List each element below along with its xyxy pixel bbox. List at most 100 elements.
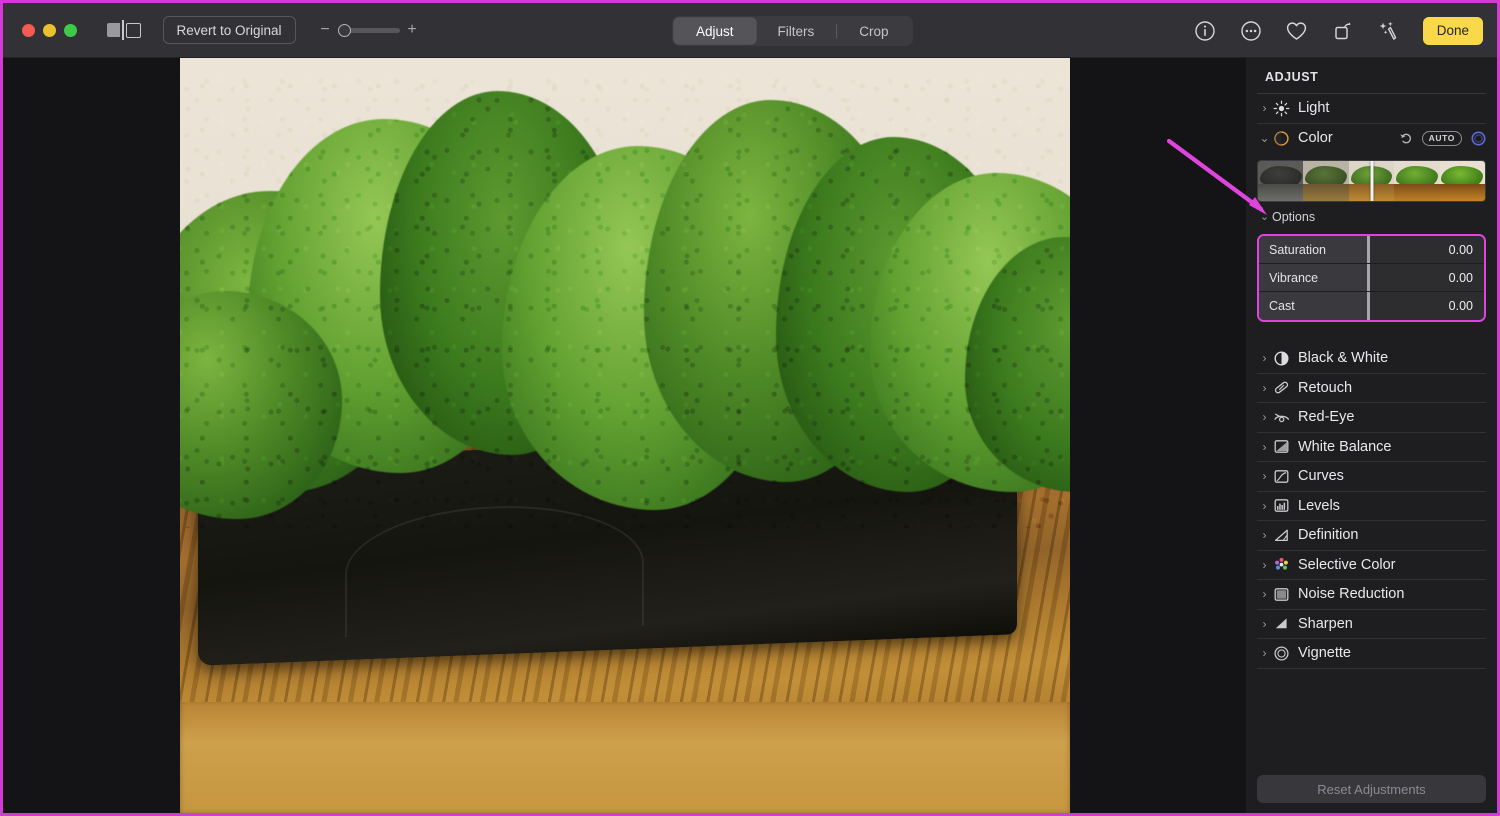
sun-icon xyxy=(1272,99,1291,118)
revert-to-original-button[interactable]: Revert to Original xyxy=(162,16,296,44)
chevron-right-icon: › xyxy=(1262,101,1267,116)
slider-value: 0.00 xyxy=(1448,270,1473,285)
chevron-down-icon: ⌄ xyxy=(1259,131,1270,146)
chevron-right-icon: › xyxy=(1262,351,1267,366)
variation-thumbnail[interactable] xyxy=(1394,161,1440,201)
zoom-slider-handle[interactable] xyxy=(337,23,351,37)
slider-handle[interactable] xyxy=(1367,236,1370,263)
page-title: ADJUST xyxy=(1257,58,1486,94)
color-section-controls: AUTO xyxy=(1399,131,1486,146)
sidebar-outline-pane-icon xyxy=(125,22,141,38)
close-window-button[interactable] xyxy=(22,23,35,37)
reset-adjustments-label: Reset Adjustments xyxy=(1317,781,1426,797)
tab-adjust[interactable]: Adjust xyxy=(674,18,756,44)
maximize-window-button[interactable] xyxy=(64,23,77,37)
sidebar-toggle-button[interactable] xyxy=(107,20,141,40)
levels-icon xyxy=(1272,496,1291,515)
zoom-in-button[interactable]: + xyxy=(407,21,418,39)
sidebar-item-levels[interactable]: › Levels xyxy=(1257,492,1486,521)
adjust-sidebar-panel: ADJUST › Light ⌄ Color AUTO ⌄ Options Sa… xyxy=(1245,58,1497,813)
variation-thumbnail[interactable] xyxy=(1258,161,1304,201)
done-label: Done xyxy=(1436,23,1469,38)
options-disclosure[interactable]: ⌄ Options xyxy=(1257,206,1486,227)
rotate-icon[interactable] xyxy=(1331,19,1355,43)
chevron-right-icon: › xyxy=(1262,528,1267,543)
toolbar-actions: Done xyxy=(1193,3,1483,58)
sidebar-item-noise-reduction[interactable]: › Noise Reduction xyxy=(1257,580,1486,610)
chevron-right-icon: › xyxy=(1262,410,1267,425)
photo-green-moss xyxy=(180,73,1070,528)
slider-handle[interactable] xyxy=(1367,292,1370,320)
reset-adjustments-button[interactable]: Reset Adjustments xyxy=(1257,775,1486,803)
zoom-slider-track xyxy=(343,27,400,33)
sidebar-item-definition[interactable]: › Definition xyxy=(1257,521,1486,551)
slider-handle[interactable] xyxy=(1367,264,1370,291)
window-traffic-lights xyxy=(22,23,77,37)
white-balance-icon xyxy=(1272,437,1291,456)
sidebar-filled-pane-icon xyxy=(107,23,120,37)
tab-crop-label: Crop xyxy=(859,23,889,39)
zoom-out-button[interactable]: − xyxy=(320,21,331,39)
editor-mode-tabs: Adjust Filters Crop xyxy=(672,16,913,46)
sidebar-item-light[interactable]: › Light xyxy=(1257,94,1486,124)
sidebar-item-color[interactable]: ⌄ Color AUTO xyxy=(1257,124,1486,154)
info-icon[interactable] xyxy=(1193,19,1217,43)
zoom-control: − + xyxy=(320,21,418,39)
color-sliders-group: Saturation 0.00 Vibrance 0.00 Cast 0.00 xyxy=(1257,234,1486,322)
sidebar-item-label: Definition xyxy=(1298,527,1359,544)
selective-color-icon xyxy=(1272,555,1291,574)
undo-arrow-icon[interactable] xyxy=(1399,131,1413,145)
color-circle-icon xyxy=(1272,129,1291,148)
more-options-icon[interactable] xyxy=(1239,19,1263,43)
done-button[interactable]: Done xyxy=(1422,16,1483,45)
top-toolbar: Revert to Original − + Adjust Filters Cr… xyxy=(3,3,1497,58)
photo-wood-edge xyxy=(180,702,1070,813)
slider-vibrance[interactable]: Vibrance 0.00 xyxy=(1259,264,1484,292)
bandage-icon xyxy=(1272,378,1291,397)
sidebar-item-vignette[interactable]: › Vignette xyxy=(1257,639,1486,669)
sidebar-item-red-eye[interactable]: › Red-Eye xyxy=(1257,403,1486,433)
slider-label: Saturation xyxy=(1269,242,1326,257)
sidebar-divider-icon xyxy=(122,20,124,40)
chevron-right-icon: › xyxy=(1262,439,1267,454)
definition-icon xyxy=(1272,526,1291,545)
auto-enhance-icon[interactable] xyxy=(1377,19,1401,43)
sidebar-item-label: Black & White xyxy=(1298,350,1389,367)
sidebar-item-label: Noise Reduction xyxy=(1298,586,1405,603)
sidebar-item-selective-color[interactable]: › Selective Color xyxy=(1257,551,1486,580)
sidebar-item-sharpen[interactable]: › Sharpen xyxy=(1257,610,1486,639)
sidebar-item-label: Color xyxy=(1298,130,1333,147)
color-variation-strip[interactable] xyxy=(1257,160,1486,202)
variation-thumbnail[interactable] xyxy=(1303,161,1349,201)
sidebar-item-label: Red-Eye xyxy=(1298,409,1355,426)
chevron-down-icon: ⌄ xyxy=(1259,211,1270,223)
slider-saturation[interactable]: Saturation 0.00 xyxy=(1259,236,1484,264)
tab-adjust-label: Adjust xyxy=(696,23,734,39)
chevron-right-icon: › xyxy=(1262,646,1267,661)
chevron-right-icon: › xyxy=(1262,616,1267,631)
auto-button[interactable]: AUTO xyxy=(1421,131,1462,146)
enable-circle-icon[interactable] xyxy=(1471,131,1486,146)
sidebar-item-label: Light xyxy=(1298,100,1330,117)
sidebar-item-curves[interactable]: › Curves xyxy=(1257,462,1486,492)
edited-photo-moss-planter[interactable] xyxy=(180,58,1070,813)
favorite-heart-icon[interactable] xyxy=(1285,19,1309,43)
chevron-right-icon: › xyxy=(1262,587,1267,602)
variation-thumbnail[interactable] xyxy=(1439,161,1485,201)
sidebar-item-white-balance[interactable]: › White Balance xyxy=(1257,433,1486,462)
zoom-slider[interactable] xyxy=(337,22,400,38)
sidebar-item-label: Sharpen xyxy=(1298,615,1353,632)
tab-crop[interactable]: Crop xyxy=(837,18,910,44)
slider-cast[interactable]: Cast 0.00 xyxy=(1259,292,1484,320)
sidebar-item-label: Selective Color xyxy=(1298,556,1396,573)
sharpen-icon xyxy=(1272,614,1291,633)
variation-playhead[interactable] xyxy=(1370,161,1373,201)
sidebar-item-black-and-white[interactable]: › Black & White xyxy=(1257,344,1486,374)
minimize-window-button[interactable] xyxy=(43,23,56,37)
tab-filters[interactable]: Filters xyxy=(756,18,837,44)
sidebar-item-retouch[interactable]: › Retouch xyxy=(1257,374,1486,403)
slider-value: 0.00 xyxy=(1448,299,1473,313)
chevron-right-icon: › xyxy=(1262,380,1267,395)
photo-canvas[interactable] xyxy=(3,58,1248,813)
tab-filters-label: Filters xyxy=(777,23,815,39)
